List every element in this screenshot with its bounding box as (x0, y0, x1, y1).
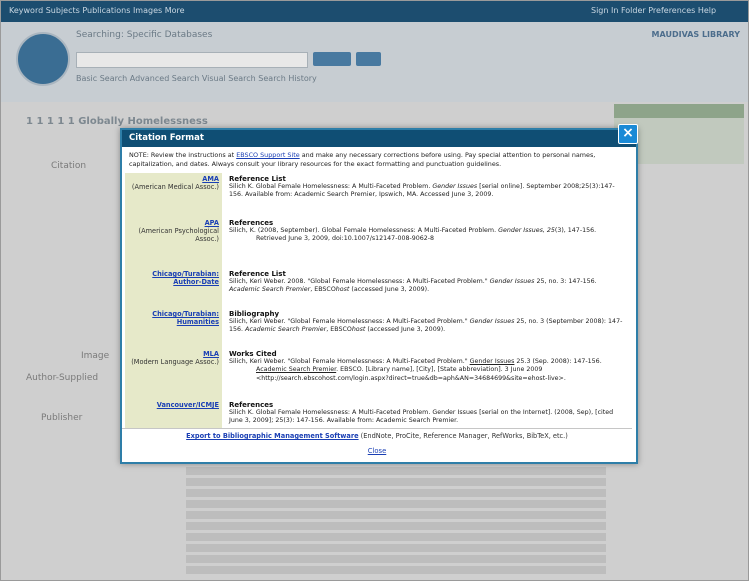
top-nav-links[interactable]: Keyword Subjects Publications Images Mor… (9, 6, 185, 15)
format-link-chicago-author-date[interactable]: Chicago/Turabian: Author-Date (125, 270, 219, 286)
bg-label-citation: Citation (51, 161, 87, 171)
format-chicago-author-date: Chicago/Turabian: Author-Date (125, 270, 219, 286)
close-icon[interactable]: × (618, 124, 638, 144)
close-link[interactable]: Close (368, 447, 387, 455)
citation-ama: Reference List Silich K. Global Female H… (229, 175, 615, 199)
dialog-title: Citation Format (129, 133, 204, 143)
format-apa: APA (American Psychological Assoc.) (125, 219, 219, 243)
ebsco-logo (16, 32, 70, 86)
format-link-apa[interactable]: APA (125, 219, 219, 227)
export-bibliographic-link[interactable]: Export to Bibliographic Management Softw… (186, 432, 358, 440)
format-chicago-humanities: Chicago/Turabian: Humanities (125, 310, 219, 326)
format-link-chicago-humanities[interactable]: Chicago/Turabian: Humanities (125, 310, 219, 326)
format-link-ama[interactable]: AMA (125, 175, 219, 183)
abstract-text-block (186, 467, 606, 577)
search-button[interactable] (313, 52, 351, 66)
dialog-title-bar: Citation Format × (122, 124, 638, 147)
citation-mla: Works Cited Silich, Keri Weber. "Global … (229, 350, 602, 382)
format-names-column (125, 173, 222, 428)
ebsco-support-link[interactable]: EBSCO Support Site (236, 151, 299, 159)
bg-label-publisher: Publisher (41, 413, 83, 423)
close-row: Close (122, 447, 632, 455)
format-vancouver: Vancouver/ICMJE (125, 401, 219, 409)
searching-label: Searching: Specific Databases (76, 30, 213, 40)
search-mode-links[interactable]: Basic Search Advanced Search Visual Sear… (76, 74, 317, 83)
format-link-vancouver[interactable]: Vancouver/ICMJE (125, 401, 219, 409)
format-ama: AMA (American Medical Assoc.) (125, 175, 219, 191)
top-nav-user-links[interactable]: Sign In Folder Preferences Help (591, 6, 716, 15)
bg-label-image: Image (81, 351, 110, 361)
format-link-mla[interactable]: MLA (125, 350, 219, 358)
citation-apa: References Silich, K. (2008, September).… (229, 219, 597, 243)
search-input[interactable] (76, 52, 308, 68)
top-navigation-bar: Keyword Subjects Publications Images Mor… (1, 1, 748, 22)
clear-button[interactable] (356, 52, 381, 66)
format-mla: MLA (Modern Language Assoc.) (125, 350, 219, 366)
citation-vancouver: References Silich K. Global Female Homel… (229, 401, 614, 425)
citation-chicago-author-date: Reference List Silich, Keri Weber. 2008.… (229, 270, 597, 294)
export-row: Export to Bibliographic Management Softw… (186, 432, 568, 440)
bg-label-author: Author-Supplied (26, 373, 99, 383)
citation-chicago-humanities: Bibliography Silich, Keri Weber. "Global… (229, 310, 623, 334)
dialog-divider (122, 428, 632, 429)
result-title: 1 1 1 1 1 Globally Homelessness (26, 116, 208, 127)
citation-format-dialog: Citation Format × NOTE: Review the instr… (120, 124, 638, 464)
library-name: MAUDIVAS LIBRARY (651, 30, 740, 39)
related-information-header (614, 104, 744, 118)
browser-frame: Keyword Subjects Publications Images Mor… (0, 0, 749, 581)
search-header: Searching: Specific Databases Basic Sear… (1, 22, 748, 102)
citation-note: NOTE: Review the instructions at EBSCO S… (129, 151, 596, 168)
citation-formats-list: AMA (American Medical Assoc.) Reference … (125, 173, 628, 428)
